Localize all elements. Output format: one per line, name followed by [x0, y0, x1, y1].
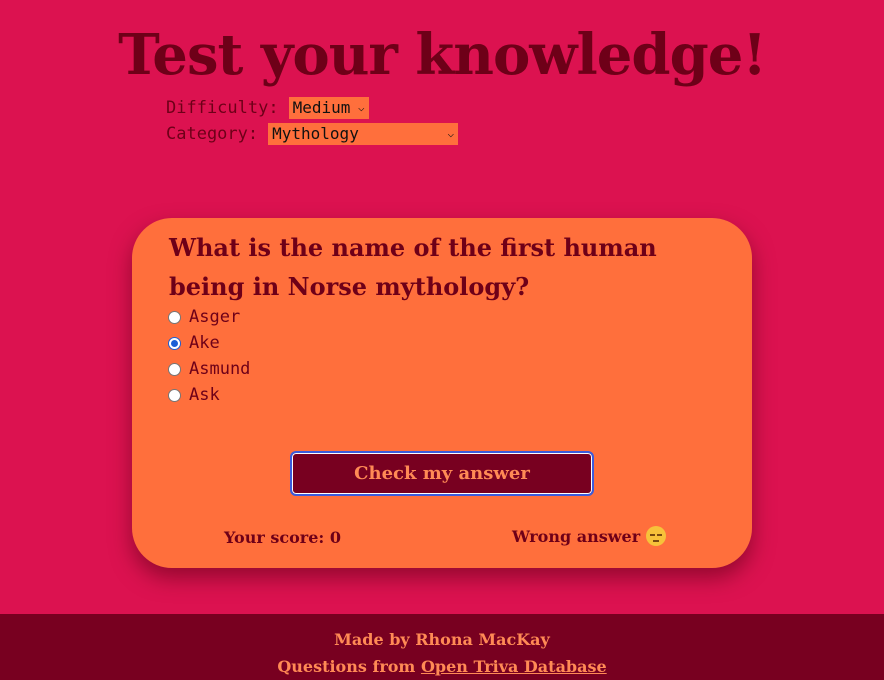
category-value: Mythology — [272, 124, 359, 143]
answer-label: Asger — [189, 307, 241, 327]
answer-option[interactable]: Asmund — [168, 356, 250, 382]
answer-list: Asger Ake Asmund Ask — [168, 304, 250, 408]
chevron-down-icon: ⌵ — [357, 101, 365, 114]
answer-radio[interactable] — [168, 362, 181, 376]
answer-label: Ake — [189, 333, 220, 353]
difficulty-label: Difficulty: — [166, 98, 279, 118]
category-select[interactable]: Mythology ⌵ — [268, 123, 459, 145]
answer-radio[interactable] — [168, 388, 181, 402]
feedback-text: Wrong answer — [512, 526, 641, 546]
difficulty-select[interactable]: Medium ⌵ — [288, 97, 369, 119]
difficulty-value: Medium — [292, 98, 351, 117]
footer-source: Questions from Open Triva Database — [0, 653, 884, 680]
open-trivia-db-link[interactable]: Open Triva Database — [421, 657, 607, 676]
category-row: Category: Mythology ⌵ — [166, 121, 459, 147]
answer-option[interactable]: Asger — [168, 304, 250, 330]
footer: Made by Rhona MacKay Questions from Open… — [0, 614, 884, 680]
answer-label: Ask — [189, 385, 220, 405]
answer-option[interactable]: Ake — [168, 330, 250, 356]
answer-radio[interactable] — [168, 336, 181, 350]
difficulty-row: Difficulty: Medium ⌵ — [166, 95, 458, 121]
category-label: Category: — [166, 124, 259, 144]
answer-radio[interactable] — [168, 310, 181, 324]
question-card: What is the name of the first human bein… — [132, 218, 752, 568]
answer-feedback: Wrong answer — [512, 526, 667, 546]
score-display: Your score: 0 — [224, 528, 341, 547]
answer-option[interactable]: Ask — [168, 382, 250, 408]
answer-label: Asmund — [189, 359, 251, 379]
footer-credit: Made by Rhona MacKay — [334, 630, 550, 649]
pensive-face-icon — [646, 526, 667, 546]
quiz-settings: Difficulty: Medium ⌵ Category: Mythology… — [166, 95, 459, 147]
chevron-down-icon: ⌵ — [447, 127, 455, 140]
page-title: Test your knowledge! — [118, 22, 767, 88]
check-answer-button[interactable]: Check my answer — [290, 451, 594, 496]
question-text: What is the name of the first human bein… — [169, 233, 657, 301]
footer-source-prefix: Questions from — [277, 657, 416, 676]
